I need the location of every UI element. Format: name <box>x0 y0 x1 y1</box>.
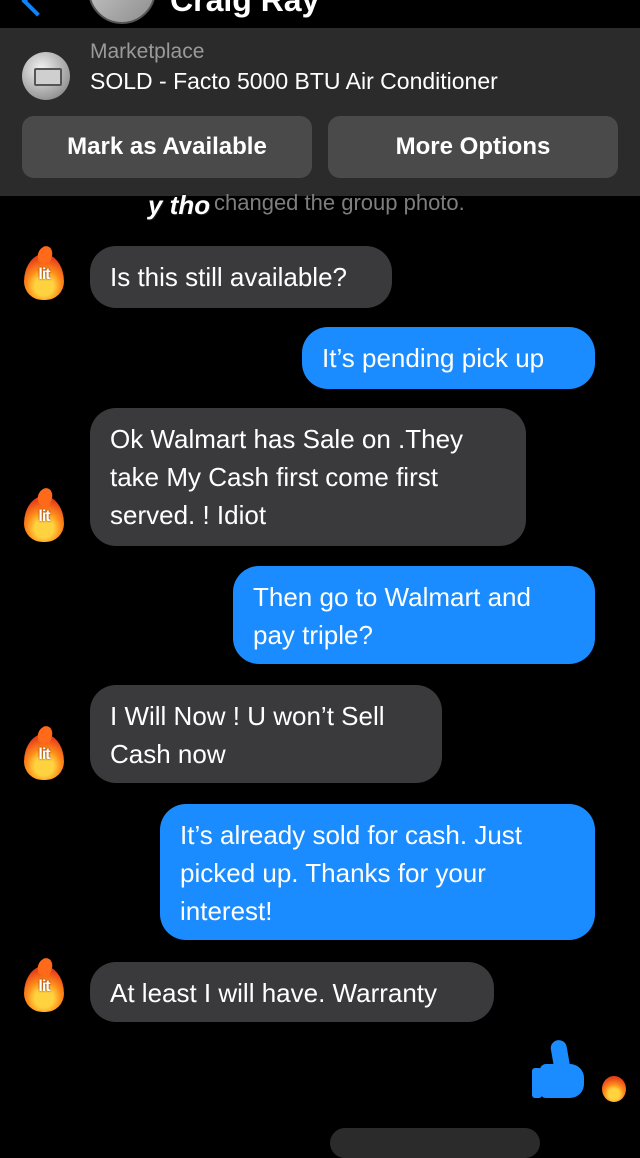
top-bar: Craig Ray <box>0 0 640 24</box>
sender-avatar[interactable]: lit <box>18 730 70 782</box>
message-bubble-incoming[interactable]: Is this still available? <box>90 246 392 308</box>
thumbs-up-palm <box>540 1064 584 1098</box>
message-bubble-outgoing[interactable]: It’s pending pick up <box>302 327 595 389</box>
back-chevron-icon[interactable] <box>21 0 53 17</box>
avatar-emoji-text: lit <box>38 746 50 763</box>
message-bubble-outgoing[interactable]: Then go to Walmart and pay triple? <box>233 566 595 664</box>
sender-avatar[interactable]: lit <box>18 492 70 544</box>
message-bubble-outgoing[interactable]: It’s already sold for cash. Just picked … <box>160 804 595 940</box>
marketplace-label: Marketplace <box>90 40 205 63</box>
more-options-button[interactable]: More Options <box>328 116 618 178</box>
marketplace-card[interactable]: Marketplace SOLD - Facto 5000 BTU Air Co… <box>0 28 640 196</box>
system-message: changed the group photo. <box>214 190 465 215</box>
thumbs-up-icon[interactable] <box>532 1038 586 1100</box>
contact-avatar[interactable] <box>88 0 156 24</box>
product-title[interactable]: SOLD - Facto 5000 BTU Air Conditioner <box>90 68 498 95</box>
fire-emoji-icon <box>602 1076 626 1102</box>
avatar-emoji-text: lit <box>38 978 50 995</box>
message-bubble-incoming[interactable]: Ok Walmart has Sale on .They take My Cas… <box>90 408 526 546</box>
sender-avatar[interactable]: lit <box>18 962 70 1014</box>
avatar-emoji-text: lit <box>38 508 50 525</box>
read-receipt-avatar <box>600 1074 628 1102</box>
message-bubble-incoming[interactable]: At least I will have. Warranty <box>90 962 494 1022</box>
product-thumbnail[interactable] <box>22 52 70 100</box>
message-bubble-incoming[interactable]: I Will Now ! U won’t Sell Cash now <box>90 685 442 783</box>
sticker-overlay: y tho <box>148 190 211 220</box>
sender-avatar[interactable]: lit <box>18 250 70 302</box>
contact-name[interactable]: Craig Ray <box>170 0 319 19</box>
next-message-bubble[interactable] <box>330 1128 540 1158</box>
avatar-emoji-text: lit <box>38 266 50 283</box>
mark-as-available-button[interactable]: Mark as Available <box>22 116 312 178</box>
